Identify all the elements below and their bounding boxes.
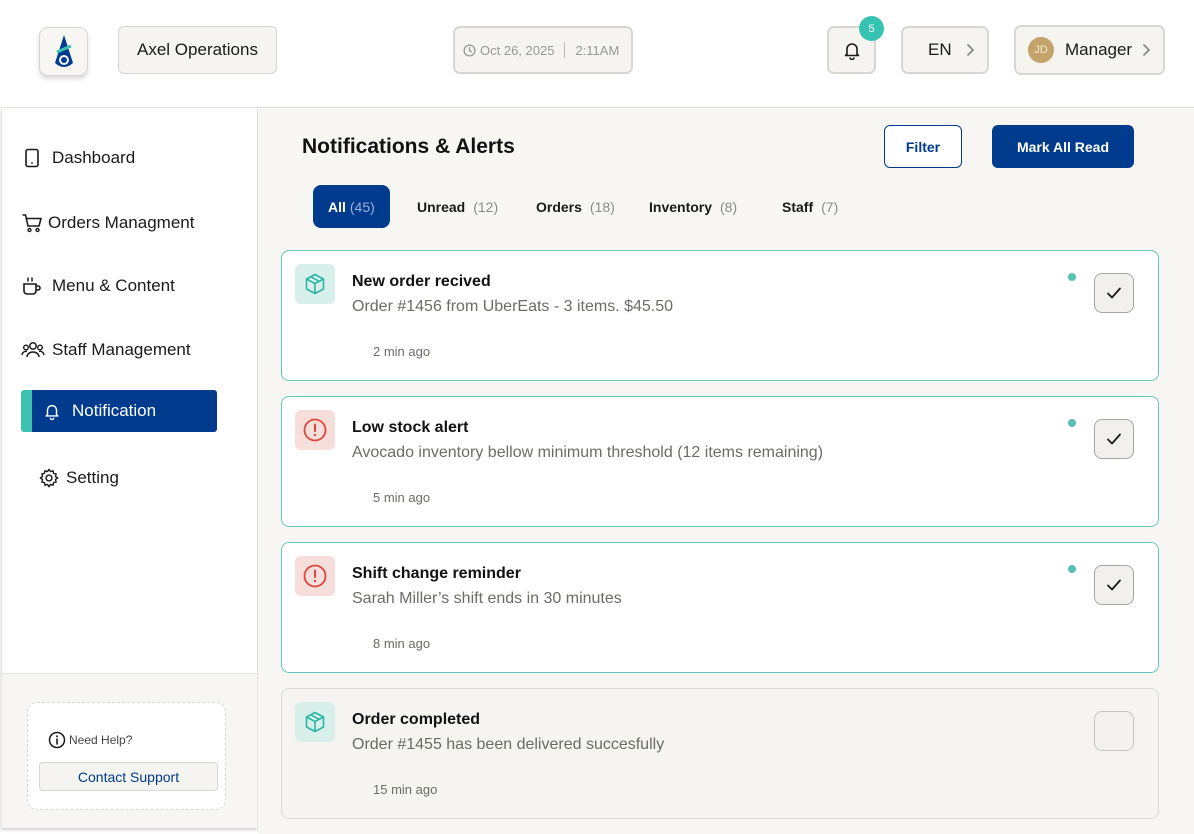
sidebar-item-label: Menu & Content <box>52 276 175 295</box>
mark-read-checkbox[interactable] <box>1094 273 1134 313</box>
sidebar-item-label: Setting <box>66 468 119 487</box>
sidebar-item-label: Staff Management <box>52 340 191 359</box>
sidebar-item-orders[interactable]: Orders Managment <box>21 202 217 244</box>
sidebar-item-label: Dashboard <box>52 148 136 167</box>
check-icon <box>1107 433 1121 445</box>
check-icon <box>1107 579 1121 591</box>
sidebar-item-setting[interactable]: Setting <box>21 457 217 499</box>
tab-orders[interactable]: Orders (18) <box>536 185 615 228</box>
sidebar-item-menu-content[interactable]: Menu & Content <box>21 265 217 307</box>
unread-dot <box>1068 565 1076 573</box>
current-time: 2:11AM <box>575 42 620 58</box>
notification-time: 8 min ago <box>373 636 431 651</box>
bell-icon <box>41 400 63 422</box>
organization-selector[interactable]: Axel Operations <box>118 26 277 74</box>
notification-card[interactable]: Order completed Order #1455 has been del… <box>281 688 1159 819</box>
help-title: Need Help? <box>48 731 132 749</box>
notification-message: Sarah Miller’s shift ends in 30 minutes <box>352 590 622 607</box>
cart-icon <box>21 212 43 234</box>
user-menu-button[interactable]: JD Manager <box>1014 25 1165 75</box>
notification-title: Order completed <box>352 711 481 728</box>
help-card: Need Help? Contact Support <box>27 702 226 810</box>
date-time-divider <box>564 42 566 58</box>
sidebar-item-label: Notification <box>72 401 157 420</box>
chevron-right-icon <box>966 44 974 56</box>
mark-read-checkbox[interactable] <box>1094 565 1134 605</box>
clock-icon <box>463 43 476 57</box>
tab-label: All <box>328 198 346 215</box>
language-label: EN <box>928 40 952 59</box>
info-icon <box>48 731 66 749</box>
tab-count: (18) <box>589 198 615 215</box>
coffee-cup-icon <box>21 275 43 297</box>
logo-mark-icon <box>54 34 73 67</box>
filter-button[interactable]: Filter <box>884 125 962 168</box>
tab-label: Staff <box>782 198 814 215</box>
page-title: Notifications & Alerts <box>302 135 515 158</box>
alert-circle-icon <box>295 556 335 596</box>
notification-message: Order #1456 from UberEats - 3 items. $45… <box>352 298 674 315</box>
notification-title: New order recived <box>352 273 491 290</box>
bell-icon <box>844 43 859 60</box>
users-icon <box>21 339 45 361</box>
tab-count: (8) <box>720 198 738 215</box>
tab-unread[interactable]: Unread (12) <box>417 185 498 228</box>
unread-dot <box>1068 419 1076 427</box>
sidebar-item-label: Orders Managment <box>48 213 195 232</box>
alert-circle-icon <box>295 410 335 450</box>
avatar: JD <box>1028 37 1054 63</box>
top-header: Axel Operations Oct 26, 2025 2:11AM 5 EN… <box>0 0 1194 108</box>
notification-message: Order #1455 has been delivered succesful… <box>352 736 665 753</box>
notification-count-badge: 5 <box>859 16 884 41</box>
sidebar-footer: Need Help? Contact Support <box>2 673 257 828</box>
gear-icon <box>38 467 60 489</box>
notification-title: Low stock alert <box>352 419 469 436</box>
language-selector[interactable]: EN <box>901 26 989 74</box>
organization-name: Axel Operations <box>137 40 258 59</box>
help-title-label: Need Help? <box>69 733 133 747</box>
tab-label: Unread <box>417 198 466 215</box>
sidebar: Dashboard Orders Managment Menu & Conten… <box>1 109 258 828</box>
tab-staff[interactable]: Staff (7) <box>782 185 838 228</box>
tablet-icon <box>21 147 43 169</box>
chevron-right-icon <box>1143 44 1151 56</box>
sidebar-item-staff[interactable]: Staff Management <box>21 329 217 371</box>
package-icon <box>295 702 335 742</box>
notification-time: 2 min ago <box>373 344 431 359</box>
tab-count: (12) <box>473 198 499 215</box>
notification-time: 5 min ago <box>373 490 431 505</box>
mark-all-read-button[interactable]: Mark All Read <box>992 125 1134 168</box>
package-icon <box>295 264 335 304</box>
sidebar-item-notification[interactable]: Notification <box>21 390 217 432</box>
tab-all[interactable]: All (45) <box>313 185 390 228</box>
sidebar-item-dashboard[interactable]: Dashboard <box>21 137 217 179</box>
tab-label: Inventory <box>649 198 713 215</box>
mark-read-checkbox[interactable] <box>1094 419 1134 459</box>
notification-card[interactable]: Low stock alert Avocado inventory bellow… <box>281 396 1159 527</box>
current-date: Oct 26, 2025 <box>480 42 555 58</box>
contact-support-button[interactable]: Contact Support <box>39 762 218 791</box>
tab-count: (7) <box>821 198 839 215</box>
unread-dot <box>1068 273 1076 281</box>
date-time-display: Oct 26, 2025 2:11AM <box>453 26 633 74</box>
notification-time: 15 min ago <box>373 782 438 797</box>
user-role-label: Manager <box>1065 40 1133 59</box>
tab-count: (45) <box>349 198 375 215</box>
check-icon <box>1107 287 1121 299</box>
notification-card[interactable]: Shift change reminder Sarah Miller’s shi… <box>281 542 1159 673</box>
app-logo[interactable] <box>39 27 88 76</box>
notification-message: Avocado inventory bellow minimum thresho… <box>352 444 824 461</box>
notification-title: Shift change reminder <box>352 565 521 582</box>
notification-card[interactable]: New order recived Order #1456 from UberE… <box>281 250 1159 381</box>
tab-inventory[interactable]: Inventory (8) <box>649 185 737 228</box>
mark-read-checkbox[interactable] <box>1094 711 1134 751</box>
main-content: Notifications & Alerts Filter Mark All R… <box>258 109 1194 834</box>
tab-label: Orders <box>536 198 582 215</box>
